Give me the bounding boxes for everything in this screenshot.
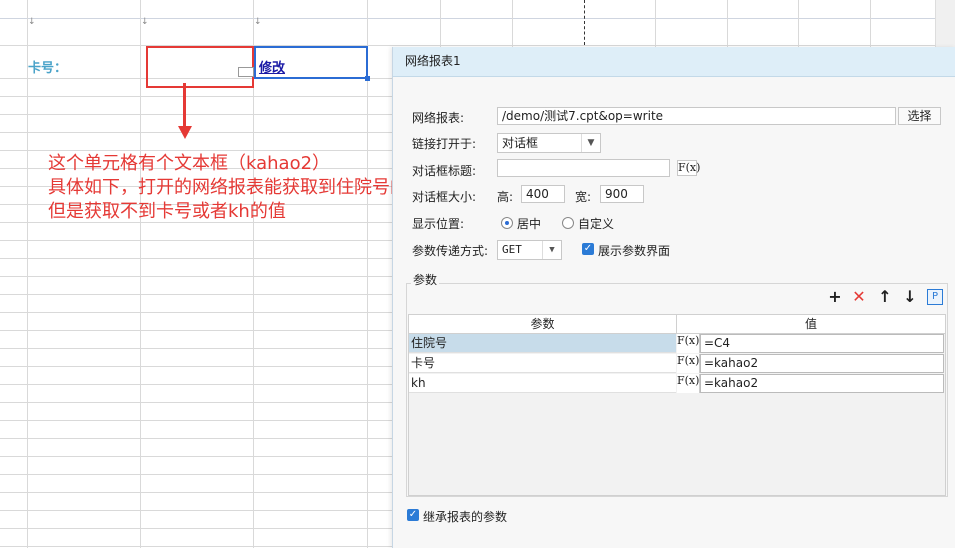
width-label: 宽: [575,190,592,204]
formula-icon[interactable]: F(x) [677,354,700,373]
height-label: 高: [497,190,514,204]
show-params-label: 展示参数界面 [598,244,671,258]
param-value[interactable]: =kahao2 [700,354,944,373]
open-in-value: 对话框 [502,136,539,150]
custom-radio-label: 自定义 [578,217,615,231]
param-value[interactable]: =kahao2 [700,374,944,393]
inherit-params-checkbox[interactable]: ✓ [407,509,419,521]
dialog-size-label: 对话框大小: [412,190,477,204]
move-up-icon[interactable]: ↑ [877,289,893,305]
dialog-title-label: 对话框标题: [412,164,477,178]
param-name[interactable]: kh [409,374,676,393]
card-number-label: 卡号： [28,61,68,76]
show-params-checkbox[interactable]: ✓ [582,243,594,255]
page-break-line [584,0,585,45]
grid-line [140,0,141,548]
plus-icon[interactable]: + [827,289,843,305]
annotation-line-1: 这个单元格有个文本框（kahao2） [48,153,331,174]
delete-icon[interactable]: ✕ [851,289,867,305]
column-header-param: 参数 [409,315,677,334]
param-value[interactable]: =C4 [700,334,944,353]
select-button[interactable]: 选择 [898,107,941,125]
params-group-title: 参数 [411,271,440,288]
dropdown-caret-icon[interactable]: ▼ [542,241,561,259]
open-in-label: 链接打开于: [412,137,477,151]
column-header-value: 值 [677,315,945,334]
checkmark-icon: ✓ [583,243,593,254]
method-label: 参数传递方式: [412,244,489,258]
column-marker-icon: ↓ [141,17,149,27]
textbox-widget-icon[interactable] [238,67,254,77]
formula-icon[interactable]: F(x) [677,374,700,393]
param-name[interactable]: 卡号 [409,354,676,373]
custom-radio[interactable] [562,217,574,229]
open-in-select[interactable]: 对话框 ▼ [497,133,601,153]
table-row[interactable]: kh F(x) =kahao2 [409,374,945,394]
edit-link[interactable]: 修改 [259,57,285,76]
move-down-icon[interactable]: ↓ [902,289,918,305]
fill-handle[interactable] [365,76,370,81]
params-table: 参数 值 住院号 F(x) =C4 卡号 F(x) =kahao2 kh F(x… [408,314,946,496]
dialog-title: 网络报表1 [393,47,955,77]
column-marker-icon: ↓ [28,17,36,27]
grid-line [0,45,955,46]
report-path-input[interactable]: /demo/测试7.cpt&op=write [497,107,896,125]
param-name[interactable]: 住院号 [409,334,676,353]
center-radio[interactable] [501,217,513,229]
annotation-arrow-head-icon [178,126,192,139]
selected-cell[interactable]: 修改 [254,46,368,79]
annotation-line-3: 但是获取不到卡号或者kh的值 [48,201,286,222]
grid-line [367,0,368,548]
formula-icon[interactable]: F(x) [677,160,700,176]
method-value: GET [502,243,522,256]
grid-line [27,0,28,548]
height-input[interactable]: 400 [521,185,565,203]
column-marker-icon: ↓ [254,17,262,27]
width-input[interactable]: 900 [600,185,644,203]
annotation-arrow [183,83,186,128]
table-row[interactable]: 卡号 F(x) =kahao2 [409,354,945,374]
formula-icon[interactable]: F(x) [677,334,700,353]
checkmark-icon: ✓ [408,509,418,520]
web-report-dialog: 网络报表1 网络报表: /demo/测试7.cpt&op=write 选择 链接… [392,47,955,548]
inherit-params-label: 继承报表的参数 [423,510,508,524]
method-select[interactable]: GET ▼ [497,240,562,260]
parameter-icon[interactable]: P [927,289,943,305]
table-row[interactable]: 住院号 F(x) =C4 [409,334,945,354]
report-label: 网络报表: [412,111,465,125]
position-label: 显示位置: [412,217,465,231]
dialog-title-input[interactable] [497,159,670,177]
center-radio-label: 居中 [517,217,542,231]
annotation-line-2: 具体如下，打开的网络报表能获取到住院号的值 [48,177,426,198]
dropdown-caret-icon[interactable]: ▼ [581,134,600,152]
